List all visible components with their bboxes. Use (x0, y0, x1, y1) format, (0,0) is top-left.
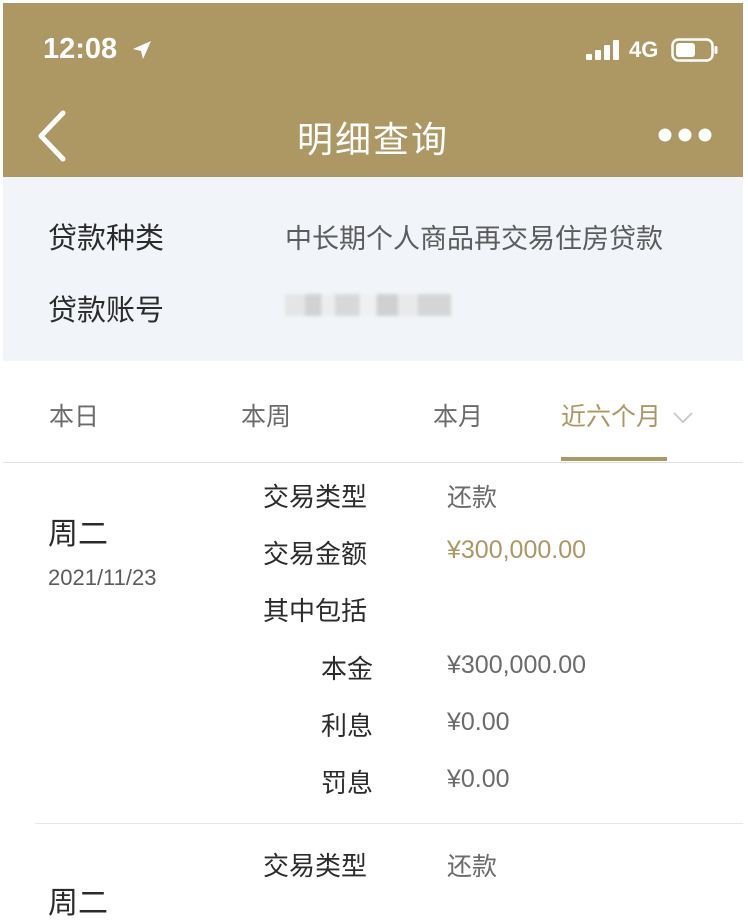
loan-info-panel: 贷款种类 中长期个人商品再交易住房贷款 贷款账号 (3, 177, 743, 361)
transaction-amount-label: 交易金额 (263, 540, 368, 570)
transaction-type-label: 交易类型 (263, 852, 368, 882)
interest-label: 利息 (321, 712, 374, 742)
transaction-amount-value: ¥300,000.00 (447, 536, 587, 564)
principal-value: ¥300,000.00 (447, 651, 587, 679)
transaction-list: 周二 2021/11/23 交易类型 还款 交易金额 ¥300,000.00 其… (3, 463, 743, 921)
includes-label: 其中包括 (263, 597, 368, 627)
loan-type-value: 中长期个人商品再交易住房贷款 (285, 224, 663, 255)
more-icon[interactable] (657, 123, 713, 147)
tab-last-six-months[interactable]: 近六个月 (561, 397, 693, 433)
location-arrow-icon (133, 41, 151, 59)
tab-this-week[interactable]: 本周 (241, 397, 291, 433)
status-time: 12:08 (43, 33, 118, 65)
loan-type-label: 贷款种类 (48, 221, 165, 255)
record-divider (35, 823, 743, 824)
transaction-type-value: 还款 (447, 852, 498, 881)
active-tab-indicator (561, 457, 667, 461)
battery-icon (671, 38, 718, 62)
penalty-label: 罚息 (321, 769, 374, 799)
record-weekday: 周二 (48, 517, 108, 552)
loan-account-label: 贷款账号 (48, 293, 165, 327)
chevron-down-icon (673, 412, 693, 424)
principal-label: 本金 (321, 655, 374, 685)
transaction-type-value: 还款 (447, 483, 498, 512)
network-type: 4G (629, 37, 659, 62)
record-weekday: 周二 (48, 886, 108, 921)
signal-icon (586, 40, 619, 60)
record-date: 2021/11/23 (48, 565, 157, 590)
masked-account-number (285, 294, 451, 316)
tab-this-month[interactable]: 本月 (433, 397, 483, 433)
tab-today[interactable]: 本日 (49, 397, 99, 433)
app-header: 12:08 4G 明细查询 (3, 3, 743, 177)
transaction-type-label: 交易类型 (263, 483, 368, 513)
penalty-value: ¥0.00 (447, 765, 510, 793)
interest-value: ¥0.00 (447, 708, 510, 736)
page-title: 明细查询 (296, 120, 449, 161)
tab-last-six-months-label: 近六个月 (561, 402, 662, 431)
period-tabs: 本日 本周 本月 近六个月 (3, 361, 743, 464)
